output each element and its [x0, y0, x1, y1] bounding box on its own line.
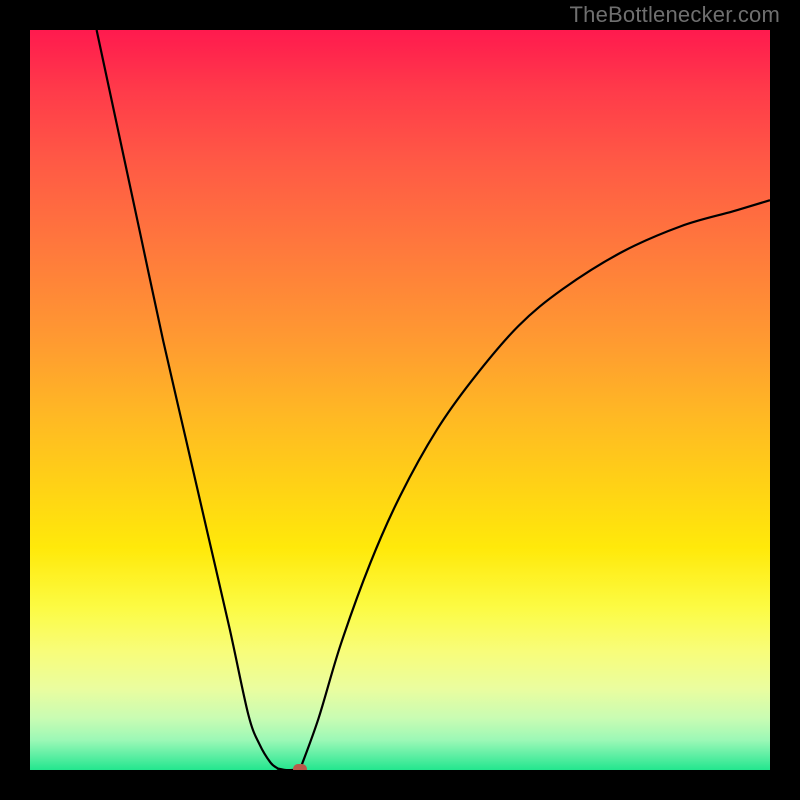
optimum-marker	[293, 764, 307, 770]
plot-area	[30, 30, 770, 770]
watermark-text: TheBottlenecker.com	[570, 2, 780, 28]
curve-path	[97, 30, 770, 770]
outer-frame: TheBottlenecker.com	[0, 0, 800, 800]
bottleneck-curve	[30, 30, 770, 770]
